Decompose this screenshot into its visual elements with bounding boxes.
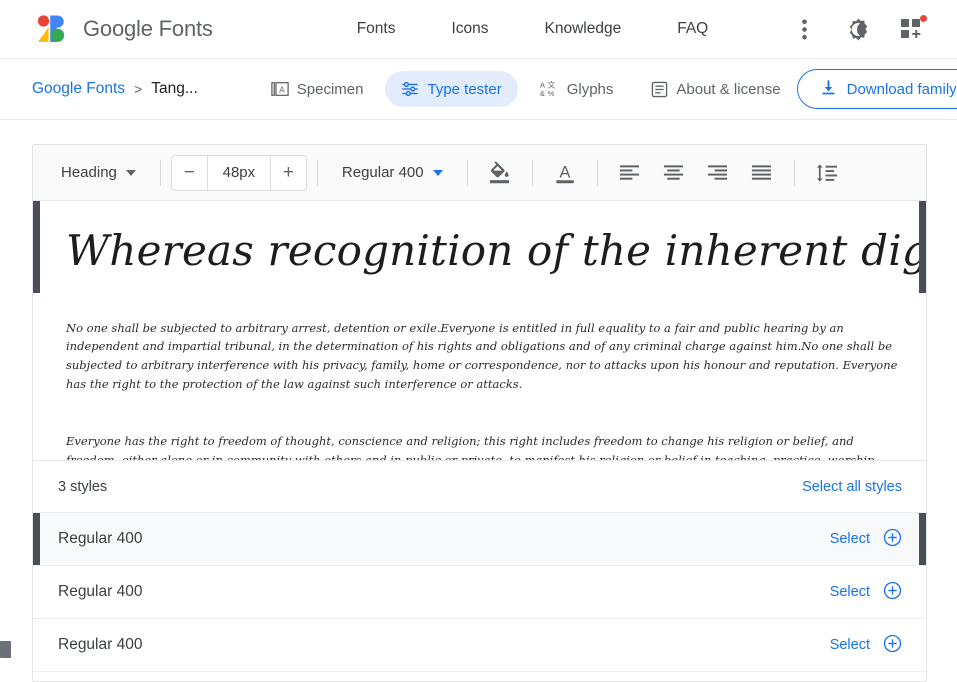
select-style-button[interactable]: Select	[830, 528, 902, 551]
tab-about-license[interactable]: About & license	[635, 71, 796, 107]
sub-header: Google Fonts > Tang... A Specimen Type t…	[0, 58, 957, 120]
block-type-dropdown[interactable]: Heading	[47, 155, 150, 191]
align-right-icon[interactable]	[699, 156, 737, 190]
preview-area[interactable]: Whereas recognition of the inherent dign…	[33, 201, 926, 460]
google-fonts-logo-icon	[36, 14, 70, 44]
breadcrumb-root[interactable]: Google Fonts	[32, 80, 125, 98]
notification-badge	[920, 15, 927, 22]
fill-color-icon[interactable]	[481, 156, 519, 190]
article-icon	[651, 81, 668, 98]
selection-handle-right[interactable]	[919, 201, 926, 293]
block-type-label: Heading	[61, 164, 117, 181]
select-style-button[interactable]: Select	[830, 581, 902, 604]
align-center-icon[interactable]	[655, 156, 693, 190]
brand-fonts: Fonts	[158, 16, 213, 41]
row-selection-handle-left[interactable]	[33, 513, 40, 565]
font-size-increase-button[interactable]: +	[269, 155, 306, 190]
brand-title: Google Fonts	[83, 16, 213, 42]
apps-add-icon[interactable]	[899, 15, 927, 42]
nav-item-knowledge[interactable]: Knowledge	[517, 20, 650, 38]
row-selection-handle-right[interactable]	[919, 513, 926, 565]
font-size-decrease-button[interactable]: −	[172, 155, 208, 190]
chevron-down-icon	[125, 169, 136, 176]
select-style-label: Select	[829, 637, 870, 653]
tab-type-tester-label: Type tester	[427, 80, 502, 98]
tab-about-license-label: About & license	[676, 80, 781, 98]
app-header: Google Fonts Fonts Icons Knowledge FAQ	[0, 0, 957, 58]
toolbar-divider	[316, 159, 318, 186]
text-color-icon[interactable]: A	[546, 156, 584, 190]
toolbar-divider	[466, 159, 468, 186]
tab-specimen-label: Specimen	[296, 80, 364, 98]
tab-bar: A Specimen Type tester A 文 & % Glyphs Ab…	[255, 71, 797, 107]
dark-mode-icon[interactable]	[845, 16, 871, 42]
line-height-icon[interactable]	[808, 156, 846, 190]
breadcrumb-separator: >	[134, 81, 143, 97]
svg-text:A: A	[279, 86, 285, 95]
preview-paragraph-2[interactable]: Everyone has the right to freedom of tho…	[66, 432, 898, 460]
styles-count: 3 styles	[58, 478, 108, 495]
svg-text:文: 文	[547, 80, 555, 89]
plus-circle-icon[interactable]	[883, 581, 902, 604]
font-size-value[interactable]: 48px	[208, 156, 270, 190]
type-tester-card: Heading − 48px + Regular 400 A Whereas r…	[32, 144, 927, 682]
download-family-button[interactable]: Download family	[796, 69, 957, 109]
table-row[interactable]: Regular 400 Select	[33, 619, 926, 672]
svg-text:&: &	[540, 89, 545, 98]
styles-header: 3 styles Select all styles	[33, 460, 926, 513]
main-stage: Heading − 48px + Regular 400 A Whereas r…	[0, 120, 957, 682]
align-left-icon[interactable]	[611, 156, 649, 190]
nav-item-fonts[interactable]: Fonts	[329, 20, 424, 38]
font-size-stepper[interactable]: − 48px +	[170, 154, 307, 191]
table-row[interactable]: Regular 400 Select	[33, 513, 926, 566]
toolbar-divider	[159, 159, 161, 186]
chevron-down-icon	[432, 169, 443, 176]
select-style-button[interactable]: Select	[830, 634, 902, 657]
more-vert-icon[interactable]	[791, 16, 817, 42]
download-family-label: Download family	[846, 80, 957, 98]
plus-circle-icon[interactable]	[883, 528, 902, 551]
editor-toolbar: Heading − 48px + Regular 400 A	[33, 145, 926, 201]
select-style-label: Select	[829, 584, 870, 600]
nav-item-faq[interactable]: FAQ	[649, 20, 736, 38]
plus-circle-icon[interactable]	[883, 634, 902, 657]
tab-glyphs[interactable]: A 文 & % Glyphs	[524, 71, 630, 107]
toolbar-divider	[793, 159, 795, 186]
select-style-label: Select	[829, 531, 870, 547]
style-name: Regular 400	[58, 636, 143, 653]
tab-glyphs-label: Glyphs	[566, 80, 614, 98]
style-name: Regular 400	[58, 583, 143, 600]
header-actions	[791, 15, 935, 42]
tab-specimen[interactable]: A Specimen	[255, 71, 380, 107]
page-scrollbar-thumb[interactable]	[0, 641, 11, 658]
brand-logo-link[interactable]: Google Fonts	[36, 14, 213, 44]
toolbar-divider	[531, 159, 533, 186]
brand-google: Google	[83, 16, 153, 41]
glyphs-icon: A 文 & %	[540, 80, 559, 98]
font-weight-dropdown[interactable]: Regular 400	[328, 155, 457, 191]
download-icon	[820, 79, 837, 100]
preview-heading[interactable]: Whereas recognition of the inherent dign…	[66, 225, 926, 278]
tab-type-tester[interactable]: Type tester	[385, 71, 518, 107]
toolbar-divider	[596, 159, 598, 186]
selection-handle-left[interactable]	[33, 201, 40, 293]
table-row[interactable]: Regular 400 Select	[33, 566, 926, 619]
align-justify-icon[interactable]	[743, 156, 781, 190]
tuner-icon	[401, 80, 419, 98]
svg-text:%: %	[547, 89, 554, 98]
preview-paragraph-1[interactable]: No one shall be subjected to arbitrary a…	[66, 319, 898, 395]
nav-item-icons[interactable]: Icons	[423, 20, 516, 38]
breadcrumb-current: Tang...	[151, 80, 198, 97]
main-nav: Fonts Icons Knowledge FAQ	[329, 20, 737, 38]
font-weight-label: Regular 400	[341, 164, 424, 181]
select-all-styles-link[interactable]: Select all styles	[802, 479, 902, 495]
style-name: Regular 400	[58, 530, 143, 547]
svg-text:A: A	[559, 163, 570, 181]
svg-text:A: A	[540, 80, 545, 89]
specimen-icon: A	[271, 80, 289, 98]
